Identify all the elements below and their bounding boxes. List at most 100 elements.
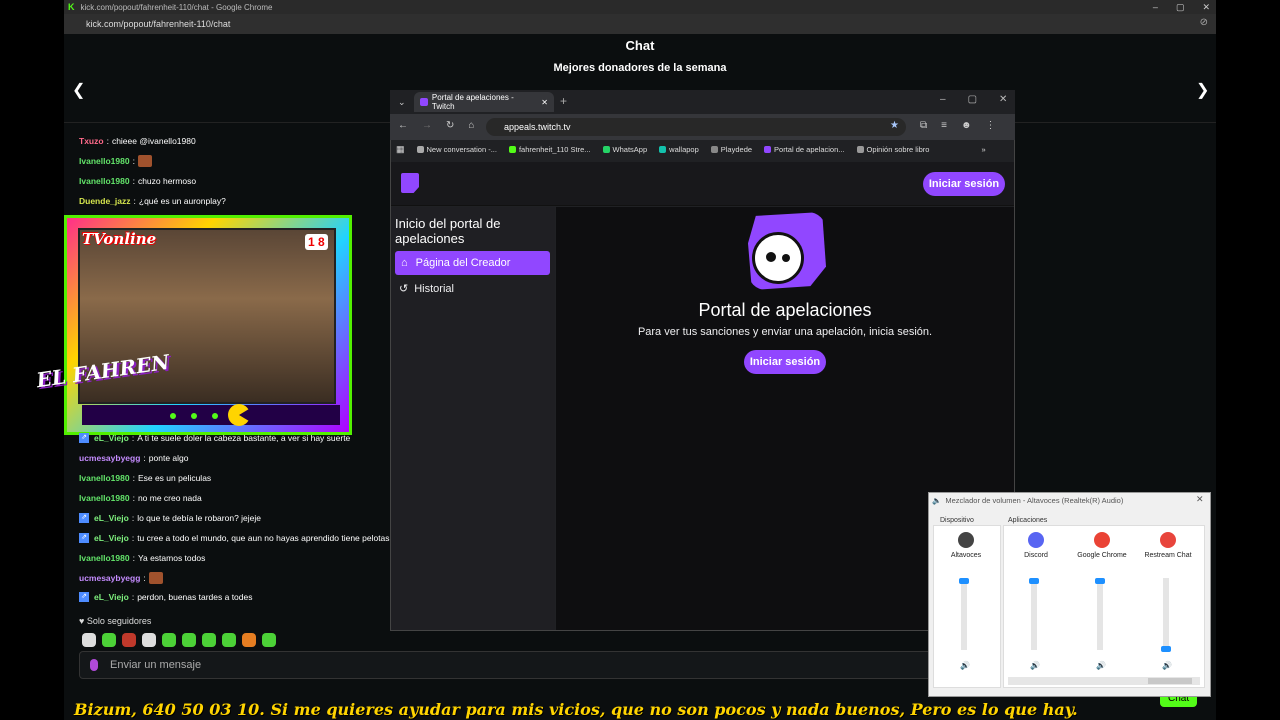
chat-text: chieee @ivanello1980 <box>111 136 196 146</box>
home-icon[interactable]: ⌂ <box>468 120 474 131</box>
bookmark-item[interactable]: Opinión sobre libro <box>856 145 929 154</box>
chat-username[interactable]: eL_Viejo <box>94 533 129 543</box>
emote-icon[interactable] <box>82 633 96 647</box>
maximize-icon[interactable]: ▢ <box>1176 2 1185 13</box>
tab-search-icon[interactable]: ⌄ <box>398 97 406 108</box>
apps-grid-icon[interactable]: ▦ <box>396 144 405 155</box>
emote-icon[interactable] <box>262 633 276 647</box>
emote-icon <box>137 155 152 167</box>
emote-icon[interactable] <box>122 633 136 647</box>
mute-toggle-icon[interactable]: 🔊 <box>1030 661 1040 670</box>
volume-slider-thumb[interactable] <box>959 578 969 584</box>
volume-slider-track[interactable] <box>1163 578 1169 650</box>
microphone-icon[interactable] <box>90 659 98 671</box>
media-icon[interactable]: ≡ <box>941 120 947 131</box>
bookmark-star-icon[interactable]: ★ <box>890 120 899 131</box>
bookmark-label: WhatsApp <box>612 144 648 154</box>
close-icon[interactable]: ✕ <box>1196 494 1204 505</box>
profile-icon[interactable]: ☻ <box>961 120 972 131</box>
emote-icon[interactable] <box>182 633 196 647</box>
colon: : <box>133 196 136 206</box>
chat-username[interactable]: eL_Viejo <box>94 433 129 443</box>
chat-username[interactable]: Ivanello1980 <box>79 473 130 483</box>
bookmark-item[interactable]: Playdede <box>710 145 752 154</box>
colon: : <box>131 433 135 443</box>
maximize-icon[interactable]: ▢ <box>968 94 977 105</box>
mixer-scrollbar-thumb[interactable] <box>1148 678 1192 684</box>
skull-icon <box>752 232 804 284</box>
bookmark-item[interactable]: fahrenheit_110 Stre... <box>508 145 591 154</box>
bookmark-item[interactable]: WhatsApp <box>602 144 648 154</box>
volume-slider-thumb[interactable] <box>1161 646 1171 652</box>
chevron-right-icon[interactable]: ❯ <box>1196 80 1209 100</box>
chat-text: tu cree a todo el mundo, que aun no haya… <box>137 533 390 543</box>
chat-username[interactable]: ucmesaybyegg <box>79 573 140 583</box>
volume-slider-thumb[interactable] <box>1029 578 1039 584</box>
mute-toggle-icon[interactable]: 🔊 <box>1162 661 1172 670</box>
close-icon[interactable]: ✕ <box>1202 2 1210 13</box>
emote-icon[interactable] <box>162 633 176 647</box>
chat-username[interactable]: Ivanello1980 <box>79 156 130 166</box>
minimize-icon[interactable]: – <box>1153 2 1158 12</box>
followers-only-label: ♥ Solo seguidores <box>79 616 152 626</box>
close-icon[interactable]: ✕ <box>999 94 1007 105</box>
emote-icon[interactable] <box>142 633 156 647</box>
chat-username[interactable]: eL_Viejo <box>94 592 129 602</box>
emote-icon[interactable] <box>102 633 116 647</box>
volume-slider-track[interactable] <box>1031 578 1037 650</box>
popout-address-bar[interactable]: kick.com/popout/fahrenheit-110/chat <box>64 14 1216 34</box>
chat-message: ⇗ eL_Viejo: lo que te debía le robaron? je… <box>79 511 261 525</box>
message-placeholder: Enviar un mensaje <box>110 659 202 671</box>
url-bar[interactable]: appeals.twitch.tv <box>486 118 906 136</box>
back-icon[interactable]: ← <box>398 120 408 131</box>
tab-close-icon[interactable]: ✕ <box>541 98 548 107</box>
chat-username[interactable]: Ivanello1980 <box>79 176 130 186</box>
pacman-bar <box>82 405 340 425</box>
chat-username[interactable]: ucmesaybyegg <box>79 453 140 463</box>
bookmark-item[interactable]: New conversation -... <box>416 145 497 154</box>
moderator-badge-icon: ⇗ <box>79 513 89 523</box>
bookmark-favicon-icon <box>710 145 718 153</box>
reload-icon[interactable]: ↻ <box>446 120 454 131</box>
mute-toggle-icon[interactable]: 🔊 <box>1096 661 1106 670</box>
bookmark-favicon-icon <box>508 145 516 153</box>
followers-only-text: Solo seguidores <box>86 616 152 626</box>
volume-slider-track[interactable] <box>961 578 967 650</box>
bookmark-item[interactable]: Portal de apelacion... <box>764 144 845 154</box>
emote-icon[interactable] <box>242 633 256 647</box>
chat-username[interactable]: eL_Viejo <box>94 513 129 523</box>
chevron-left-icon[interactable]: ❮ <box>72 80 85 100</box>
sidebar-item-creator-page[interactable]: ⌂ Página del Creador <box>395 251 550 275</box>
minimize-icon[interactable]: – <box>940 94 946 105</box>
more-bookmarks-icon[interactable]: » <box>981 145 985 154</box>
volume-slider-track[interactable] <box>1097 578 1103 650</box>
eye-off-icon[interactable]: ⊘ <box>1200 17 1208 28</box>
bookmark-item[interactable]: wallapop <box>659 145 699 154</box>
twitch-logo-icon[interactable] <box>401 173 419 193</box>
extensions-icon[interactable]: ⧉ <box>920 120 927 131</box>
tab-portal-apelaciones[interactable]: Portal de apelaciones - Twitch ✕ <box>414 92 554 112</box>
chat-username[interactable]: Txuzo <box>79 136 104 146</box>
message-input[interactable]: Enviar un mensaje <box>79 651 939 679</box>
chat-username[interactable]: Duende_jazz <box>79 196 131 206</box>
device-label: Dispositivo <box>940 517 974 524</box>
colon: : <box>131 513 135 523</box>
kick-favicon-icon: K <box>68 2 75 12</box>
pellet-icon <box>212 413 218 419</box>
menu-icon[interactable]: ⋮ <box>986 120 996 131</box>
mixer-title-text: Mezclador de volumen - Altavoces (Realte… <box>945 496 1124 505</box>
login-button-header[interactable]: Iniciar sesión <box>923 172 1005 196</box>
chat-username[interactable]: Ivanello1980 <box>79 553 130 563</box>
forward-icon[interactable]: → <box>422 120 432 131</box>
mute-toggle-icon[interactable]: 🔊 <box>960 661 970 670</box>
volume-slider-thumb[interactable] <box>1095 578 1105 584</box>
chat-username[interactable]: Ivanello1980 <box>79 493 130 503</box>
chat-message: ⇗ eL_Viejo: tu cree a todo el mundo, que a… <box>79 531 390 545</box>
moderator-badge-icon: ⇗ <box>79 533 89 543</box>
emote-icon[interactable] <box>202 633 216 647</box>
new-tab-icon[interactable]: + <box>560 94 567 108</box>
bookmark-label: Portal de apelacion... <box>774 144 845 154</box>
emote-icon[interactable] <box>222 633 236 647</box>
sidebar-item-history[interactable]: ↺ Historial <box>399 282 454 296</box>
login-button-main[interactable]: Iniciar sesión <box>744 350 826 374</box>
